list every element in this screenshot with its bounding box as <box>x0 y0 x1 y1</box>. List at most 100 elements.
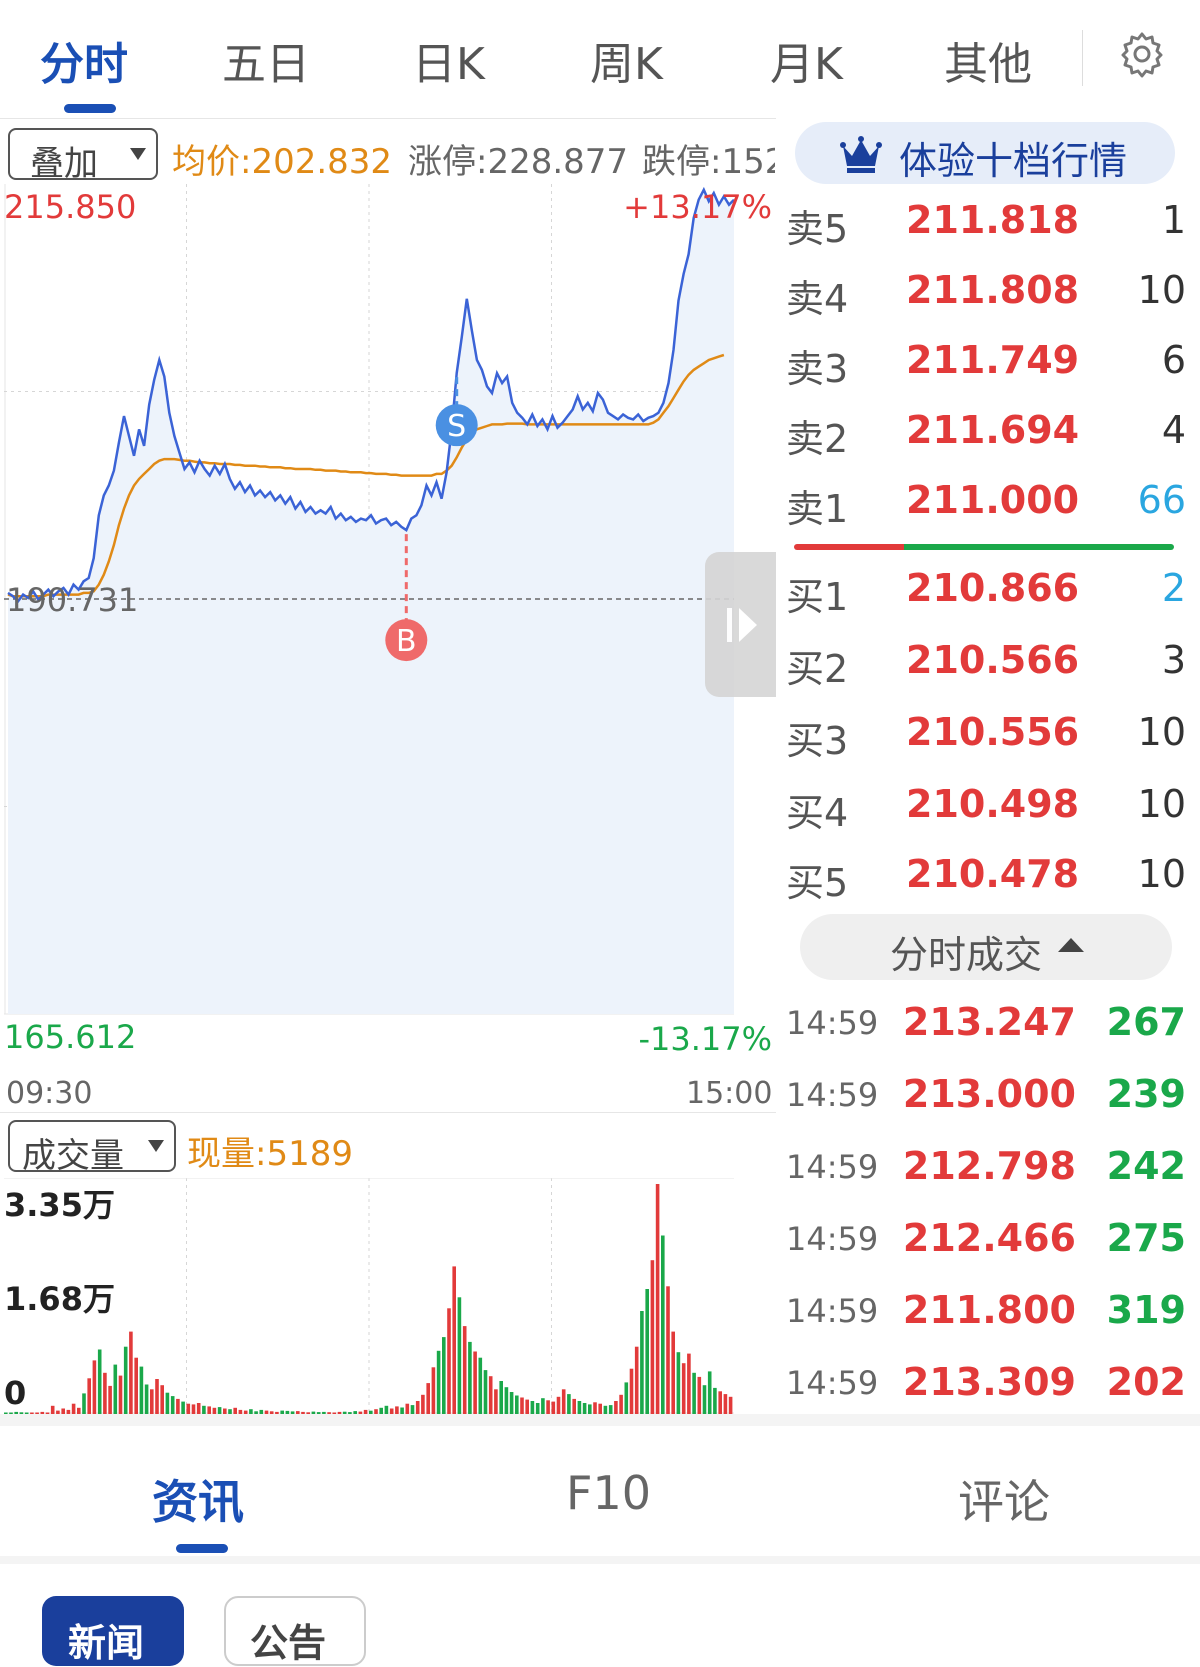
intraday-trades-toggle[interactable]: 分时成交 <box>800 914 1172 980</box>
intraday-price-chart[interactable]: B S 215.850 165.612 +13.17% -13.17% 190.7… <box>4 184 774 1064</box>
caret-up-icon <box>1058 938 1084 952</box>
tab-intraday[interactable]: 分时 <box>40 28 128 92</box>
overlay-dropdown[interactable]: 叠加 <box>8 128 158 184</box>
tab-f10[interactable]: F10 <box>566 1466 651 1520</box>
ask-price: 211.000 <box>906 478 1080 522</box>
volume-bar <box>629 1368 634 1414</box>
crown-icon <box>840 136 882 173</box>
volume-bar <box>687 1353 691 1414</box>
volume-bar <box>473 1351 477 1414</box>
tab-news-info[interactable]: 资讯 <box>152 1466 244 1532</box>
volume-bar <box>619 1394 623 1414</box>
volume-bar <box>608 1405 613 1414</box>
bid-price: 210.556 <box>906 710 1080 754</box>
volume-bar <box>139 1366 144 1414</box>
volume-bar <box>97 1349 102 1414</box>
volume-bar <box>191 1404 196 1414</box>
caret-down-icon <box>130 148 146 160</box>
volume-bar <box>499 1381 503 1414</box>
bid-price: 210.866 <box>906 566 1080 610</box>
section-gap <box>0 1414 1200 1426</box>
volume-bar <box>645 1289 649 1414</box>
volume-bar <box>50 1405 55 1414</box>
tab-comments[interactable]: 评论 <box>958 1466 1050 1532</box>
volume-bar <box>447 1308 451 1414</box>
ask-label: 卖1 <box>786 487 849 531</box>
volume-bar <box>421 1394 425 1414</box>
volume-bar <box>108 1385 112 1414</box>
volume-bar <box>681 1363 686 1414</box>
bid-label: 买5 <box>786 861 849 905</box>
trade-price: 212.798 <box>902 1144 1076 1188</box>
ask-label: 卖3 <box>786 347 849 391</box>
trade-time: 14:59 <box>786 1004 879 1042</box>
bid-label: 买2 <box>786 647 849 691</box>
volume-bar <box>530 1401 535 1414</box>
bid-volume: 10 <box>1137 710 1186 754</box>
volume-bar <box>134 1357 138 1414</box>
volume-bar <box>165 1392 170 1414</box>
volume-bar <box>567 1394 571 1414</box>
volume-bar <box>556 1396 561 1414</box>
ask-row-4: 卖4 211.808 10 <box>786 256 1186 326</box>
volume-bar <box>468 1341 472 1414</box>
tab-other[interactable]: 其他 <box>944 28 1032 92</box>
current-volume: 现量:5189 <box>187 1134 353 1174</box>
tab-monthly-k[interactable]: 月K <box>770 28 843 92</box>
tab-divider <box>1082 30 1083 86</box>
prev-close-label: 190.731 <box>6 581 138 619</box>
active-tab-indicator <box>176 1544 228 1553</box>
average-price: 均价:202.832 <box>172 142 393 182</box>
level10-quote-button[interactable]: 体验十档行情 <box>795 122 1175 184</box>
ask-row-5: 卖5 211.818 1 <box>786 186 1186 256</box>
tab-weekly-k[interactable]: 周K <box>590 28 663 92</box>
ask-price: 211.808 <box>906 268 1080 312</box>
bid-label: 买3 <box>786 719 849 763</box>
ask-label: 卖5 <box>786 207 849 251</box>
volume-bar <box>123 1346 128 1414</box>
marker-label: B <box>396 624 417 659</box>
volume-bar <box>431 1367 436 1414</box>
bid-volume: 2 <box>1161 566 1186 610</box>
volume-bar <box>410 1405 415 1414</box>
tab-five-day[interactable]: 五日 <box>222 28 310 92</box>
volume-bar <box>572 1398 576 1414</box>
trade-time: 14:59 <box>786 1292 879 1330</box>
trade-volume: 275 <box>1106 1216 1186 1260</box>
trade-row: 14:59 213.309 202 <box>786 1348 1186 1420</box>
volume-bar <box>129 1331 133 1414</box>
volume-bar <box>671 1331 675 1414</box>
trade-price: 211.800 <box>902 1288 1076 1332</box>
trade-row: 14:59 212.798 242 <box>786 1132 1186 1204</box>
volume-bar <box>520 1397 524 1414</box>
volume-bar <box>426 1383 430 1414</box>
volume-bar <box>697 1376 702 1414</box>
volume-bar <box>207 1406 211 1414</box>
collapse-panel-handle[interactable] <box>705 552 777 697</box>
chart-separator <box>0 1112 776 1113</box>
volume-chart[interactable]: 3.35万 1.68万 0 <box>4 1178 774 1414</box>
volume-bar <box>181 1401 185 1414</box>
marker-label: S <box>447 409 466 444</box>
volume-bar <box>640 1311 644 1414</box>
subtab-announcements[interactable]: 公告 <box>224 1596 366 1666</box>
volume-bar <box>525 1399 529 1414</box>
gear-icon[interactable] <box>1118 30 1166 78</box>
limit-down-container: 跌停:152 <box>642 128 775 180</box>
volume-bar <box>650 1260 655 1414</box>
volume-bar <box>707 1371 712 1414</box>
volume-bar <box>541 1398 545 1414</box>
ask-price: 211.694 <box>906 408 1080 452</box>
volume-bar <box>723 1394 728 1414</box>
volume-bar <box>702 1385 707 1414</box>
subtab-news[interactable]: 新闻 <box>42 1596 184 1666</box>
volume-bar <box>452 1266 456 1414</box>
ask-price: 211.818 <box>906 198 1080 242</box>
volume-bar <box>577 1401 582 1414</box>
bid-ask-ratio-bar-buy <box>904 544 1174 550</box>
trade-row: 14:59 211.800 319 <box>786 1276 1186 1348</box>
indicator-dropdown[interactable]: 成交量 <box>8 1120 176 1176</box>
tab-daily-k[interactable]: 日K <box>412 28 485 92</box>
volume-bar <box>170 1396 175 1414</box>
ask-volume: 1 <box>1161 198 1186 242</box>
